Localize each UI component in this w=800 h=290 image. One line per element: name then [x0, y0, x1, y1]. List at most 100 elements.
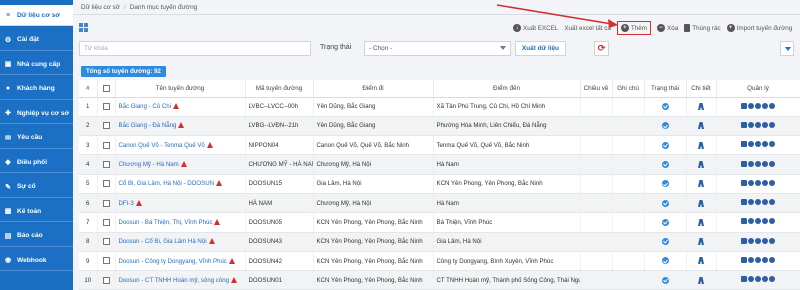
route-name-cell[interactable]: Bắc Giang - Đà Nẵng	[115, 116, 246, 137]
settings-icon[interactable]	[741, 102, 747, 109]
delete-button[interactable]: − Xóa	[657, 24, 678, 32]
settings-icon[interactable]	[741, 141, 747, 148]
settings-icon[interactable]	[741, 276, 747, 283]
info-icon[interactable]	[748, 141, 754, 148]
status-check-icon[interactable]	[661, 238, 669, 246]
delete-icon[interactable]	[769, 160, 775, 167]
info-icon[interactable]	[748, 199, 754, 206]
settings-icon[interactable]	[741, 237, 747, 244]
export-excel-all-button[interactable]: Xuất excel tất cả	[564, 25, 611, 32]
route-name-link[interactable]: DFI-3	[119, 200, 134, 207]
trash-button[interactable]: Thùng rác	[684, 24, 721, 32]
row-checkbox[interactable]	[102, 257, 110, 265]
info-icon[interactable]	[748, 276, 754, 283]
export-excel-button[interactable]: ↓ Xuất EXCEL	[513, 24, 558, 32]
route-name-cell[interactable]: Cổ Bi, Gia Lâm, Hà Nội - DOOSUN	[115, 174, 246, 194]
route-name-link[interactable]: Doosun - Bá Thiện, Thị, Vĩnh Phúc	[119, 219, 213, 226]
keyword-search-input[interactable]	[79, 41, 311, 56]
edit-icon[interactable]	[762, 237, 768, 244]
table-row[interactable]: 4 Chương Mỹ - Hà Nam CHƯƠNG MỸ - HÀ NAM Chư…	[79, 154, 800, 175]
sidebar-item[interactable]: ▦ Kế toán	[0, 201, 73, 222]
table-row[interactable]: 6 DFI-3 HÀ NAM Chương Mỹ, Hà Nội Hà Nam	[79, 193, 800, 214]
edit-icon[interactable]	[762, 102, 768, 109]
sidebar-item[interactable]: ✎ Sự cố	[0, 176, 73, 198]
table-row[interactable]: 2 Bắc Giang - Đà Nẵng LVBG--LVĐN--21h Yên D…	[79, 116, 800, 137]
route-detail-icon[interactable]	[698, 160, 704, 168]
table-row[interactable]: 10 Doosun - CT TNHH Hoàn mỹ, sông công DOO…	[79, 270, 800, 290]
edit-icon[interactable]	[762, 121, 768, 128]
route-name-cell[interactable]: Doosun - CT TNHH Hoàn mỹ, sông công	[115, 270, 246, 290]
sidebar-item[interactable]: ▣ Nhà cung cấp	[0, 54, 73, 75]
edit-icon[interactable]	[762, 199, 768, 206]
column-menu-dropdown[interactable]	[780, 41, 794, 56]
status-check-icon[interactable]	[661, 160, 669, 168]
route-detail-icon[interactable]	[698, 122, 704, 130]
route-name-link[interactable]: Bắc Giang - Đà Nẵng	[119, 122, 177, 129]
view-icon[interactable]	[755, 141, 761, 148]
settings-icon[interactable]	[741, 257, 747, 264]
route-detail-icon[interactable]	[698, 199, 704, 207]
route-name-link[interactable]: Doosun - Công ty Dongyang, Vĩnh Phúc	[119, 258, 227, 265]
delete-icon[interactable]	[769, 257, 775, 264]
row-checkbox[interactable]	[102, 238, 110, 246]
route-detail-icon[interactable]	[698, 257, 704, 265]
delete-icon[interactable]	[769, 179, 775, 186]
sidebar-item[interactable]: ◉ Webhook	[0, 250, 73, 271]
add-button[interactable]: + Thêm	[616, 21, 652, 35]
sidebar-item[interactable]: ◆ Điều phối	[0, 152, 73, 173]
status-check-icon[interactable]	[661, 257, 669, 265]
settings-icon[interactable]	[741, 218, 747, 225]
sidebar-item[interactable]: ● Khách hàng	[0, 78, 73, 100]
view-icon[interactable]	[755, 276, 761, 283]
delete-icon[interactable]	[769, 102, 775, 109]
row-checkbox[interactable]	[102, 122, 110, 130]
info-icon[interactable]	[748, 218, 754, 225]
edit-icon[interactable]	[762, 141, 768, 148]
route-name-cell[interactable]: Doosun - Bá Thiện, Thị, Vĩnh Phúc	[115, 212, 246, 233]
settings-icon[interactable]	[741, 199, 747, 206]
row-checkbox[interactable]	[102, 160, 110, 168]
route-detail-icon[interactable]	[698, 103, 704, 111]
status-check-icon[interactable]	[661, 122, 669, 130]
info-icon[interactable]	[748, 160, 754, 167]
settings-icon[interactable]	[741, 121, 747, 128]
table-row[interactable]: 5 Cổ Bi, Gia Lâm, Hà Nội - DOOSUN DOOSUN15…	[79, 174, 800, 194]
delete-icon[interactable]	[769, 141, 775, 148]
route-name-link[interactable]: Cổ Bi, Gia Lâm, Hà Nội - DOOSUN	[119, 180, 215, 187]
edit-icon[interactable]	[762, 257, 768, 264]
delete-icon[interactable]	[769, 121, 775, 128]
table-row[interactable]: 1 Bắc Giang - Củ Chi LVBC--LVCC--00h Yên Dũ…	[79, 97, 800, 117]
sidebar-item[interactable]: ✉ Yêu cầu	[0, 127, 73, 149]
view-icon[interactable]	[755, 257, 761, 264]
import-button[interactable]: + Import tuyến đường	[726, 24, 792, 32]
view-icon[interactable]	[755, 179, 761, 186]
table-row[interactable]: 7 Doosun - Bá Thiện, Thị, Vĩnh Phúc DOOSUN…	[79, 212, 800, 233]
refresh-icon[interactable]: ⟳	[594, 41, 609, 56]
delete-icon[interactable]	[769, 199, 775, 206]
route-name-cell[interactable]: Canon Quế Võ - Tenma Quế Võ	[115, 135, 246, 156]
row-checkbox[interactable]	[102, 276, 110, 284]
status-select[interactable]: - Chọn -	[364, 41, 511, 56]
route-detail-icon[interactable]	[698, 218, 704, 226]
grid-view-icon[interactable]	[79, 23, 88, 32]
export-data-button[interactable]: Xuất dữ liệu	[515, 41, 566, 56]
status-check-icon[interactable]	[661, 141, 669, 149]
settings-icon[interactable]	[741, 160, 747, 167]
view-icon[interactable]	[755, 237, 761, 244]
info-icon[interactable]	[748, 257, 754, 264]
table-row[interactable]: 9 Doosun - Công ty Dongyang, Vĩnh Phúc DOO…	[79, 251, 800, 272]
row-checkbox[interactable]	[102, 141, 110, 149]
table-row[interactable]: 3 Canon Quế Võ - Tenma Quế Võ NIPPON04 Cano…	[79, 135, 800, 156]
row-checkbox[interactable]	[102, 218, 110, 226]
view-icon[interactable]	[755, 121, 761, 128]
delete-icon[interactable]	[769, 237, 775, 244]
route-name-link[interactable]: Bắc Giang - Củ Chi	[119, 103, 172, 110]
route-detail-icon[interactable]	[698, 276, 704, 284]
info-icon[interactable]	[748, 102, 754, 109]
view-icon[interactable]	[755, 102, 761, 109]
sidebar-item[interactable]: ✚ Nghiệp vụ cơ sở	[0, 103, 73, 124]
route-name-link[interactable]: Doosun - CT TNHH Hoàn mỹ, sông công	[119, 277, 230, 284]
edit-icon[interactable]	[762, 179, 768, 186]
route-name-cell[interactable]: Doosun - Cổ Bi, Gia Lâm Hà Nội	[115, 232, 246, 252]
delete-icon[interactable]	[769, 276, 775, 283]
